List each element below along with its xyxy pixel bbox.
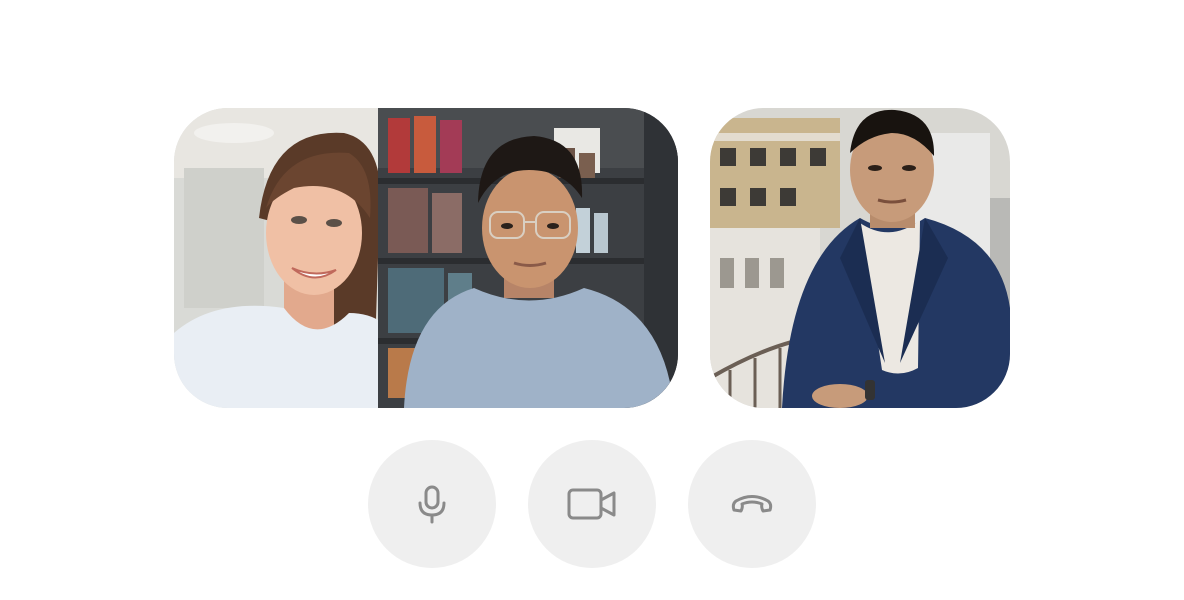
- video-tile-group[interactable]: [174, 108, 678, 408]
- video-tiles-image: [174, 108, 678, 408]
- microphone-icon: [418, 485, 446, 524]
- video-toggle-button[interactable]: [528, 440, 656, 568]
- hang-up-button[interactable]: [688, 440, 816, 568]
- participant-suit: [710, 108, 1010, 408]
- video-call-screen: [0, 0, 1184, 600]
- call-controls: [368, 440, 816, 568]
- mute-button[interactable]: [368, 440, 496, 568]
- video-camera-icon: [567, 488, 616, 520]
- hang-up-icon: [731, 495, 773, 513]
- video-tile-participant[interactable]: [710, 108, 1010, 408]
